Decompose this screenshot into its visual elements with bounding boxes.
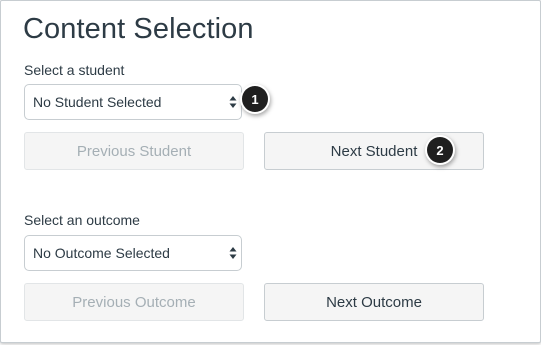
page-title: Content Selection bbox=[23, 13, 254, 45]
outcome-select-label: Select an outcome bbox=[24, 212, 140, 228]
up-down-arrows-icon bbox=[229, 96, 237, 108]
content-selection-panel: Content Selection Select a student No St… bbox=[0, 0, 541, 343]
student-select-label: Select a student bbox=[24, 62, 125, 78]
student-select[interactable]: No Student Selected bbox=[24, 84, 242, 120]
up-down-arrows-icon bbox=[229, 247, 237, 259]
student-select-value: No Student Selected bbox=[33, 94, 162, 110]
callout-badge-1: 1 bbox=[242, 86, 268, 112]
previous-student-button[interactable]: Previous Student bbox=[24, 132, 244, 170]
previous-outcome-button[interactable]: Previous Outcome bbox=[24, 283, 244, 321]
outcome-select-value: No Outcome Selected bbox=[33, 245, 170, 261]
outcome-select[interactable]: No Outcome Selected bbox=[24, 235, 242, 271]
callout-badge-2: 2 bbox=[427, 137, 453, 163]
next-outcome-button[interactable]: Next Outcome bbox=[264, 283, 484, 321]
